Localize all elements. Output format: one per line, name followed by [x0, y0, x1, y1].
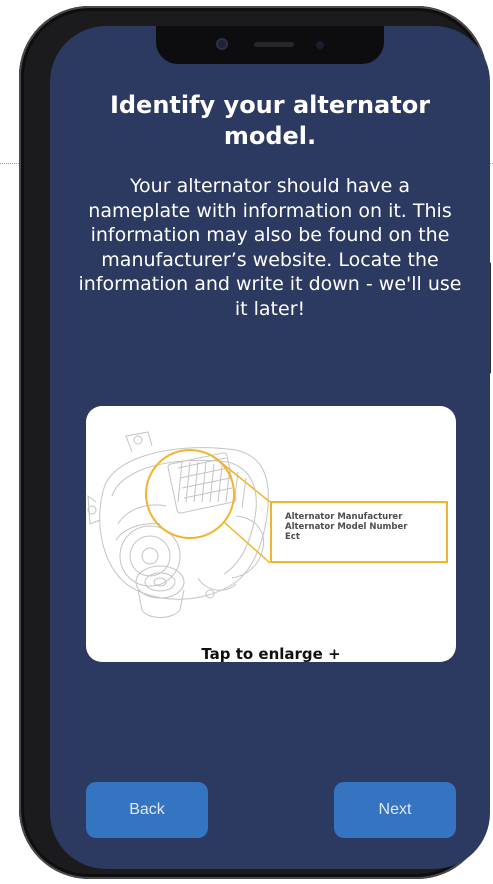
callout-line-etc: Ect — [285, 532, 300, 542]
proximity-sensor — [316, 41, 324, 49]
phone-frame: Identify your alternator model. Your alt… — [19, 6, 490, 879]
page-title: Identify your alternator model. — [109, 91, 431, 150]
callout-line-model-number: Alternator Model Number — [285, 522, 408, 532]
front-camera-icon — [216, 38, 228, 50]
back-button[interactable]: Back — [86, 782, 208, 838]
instructions-text: Your alternator should have a nameplate … — [78, 175, 462, 320]
nameplate-callout-box: Alternator Manufacturer Alternator Model… — [270, 501, 448, 563]
nameplate-image-card[interactable]: Alternator Manufacturer Alternator Model… — [86, 406, 456, 662]
callout-line-manufacturer: Alternator Manufacturer — [285, 512, 403, 522]
app-screen: Identify your alternator model. Your alt… — [50, 26, 490, 869]
phone-notch — [156, 26, 384, 64]
page: Identify your alternator model. Your alt… — [0, 0, 493, 884]
earpiece-speaker — [254, 42, 294, 47]
tap-to-enlarge-label[interactable]: Tap to enlarge + — [86, 645, 456, 662]
next-button[interactable]: Next — [334, 782, 456, 838]
